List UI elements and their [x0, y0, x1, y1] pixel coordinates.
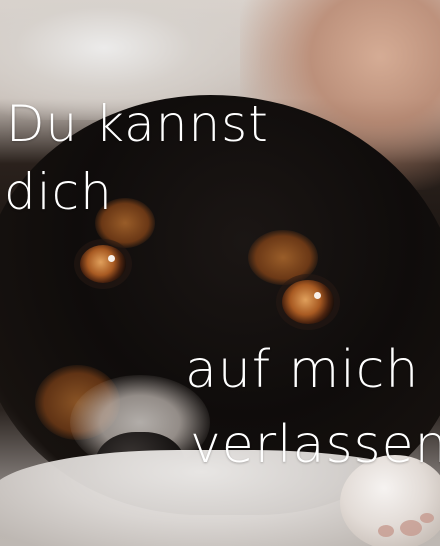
quote-line-4: verlassen	[190, 415, 440, 475]
quote-line-3: auf mich	[185, 340, 420, 400]
paw-pad	[378, 525, 394, 537]
dog-eye-left	[80, 245, 126, 283]
paw-pad	[420, 513, 434, 523]
dog-eye-right	[282, 280, 334, 324]
paw-pad	[400, 520, 422, 536]
eye-glint	[314, 292, 321, 299]
quote-line-2: dich	[4, 163, 113, 221]
eye-glint	[108, 255, 115, 262]
quote-line-1: Du kannst	[6, 95, 269, 153]
quote-image: Du kannst dich auf mich verlassen	[0, 0, 440, 546]
dog-eyebrow-right	[248, 230, 318, 285]
